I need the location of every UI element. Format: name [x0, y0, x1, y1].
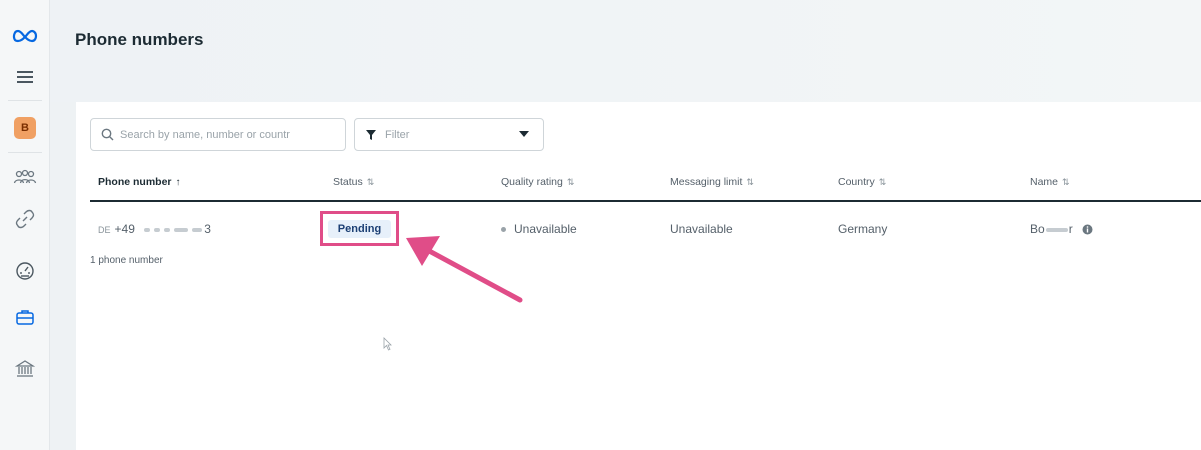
- column-header-name[interactable]: Name ⇅: [1030, 176, 1070, 188]
- redacted-name: [1045, 227, 1068, 232]
- redacted-digits: [192, 227, 203, 232]
- page-title: Phone numbers: [75, 30, 204, 49]
- redacted-digits: [154, 227, 161, 232]
- bank-icon[interactable]: [10, 355, 40, 383]
- column-header-phone-number[interactable]: Phone number ↑: [98, 176, 181, 188]
- redacted-digits: [164, 227, 171, 232]
- dashboard-gauge-icon[interactable]: [10, 257, 40, 285]
- people-icon[interactable]: [10, 164, 40, 192]
- filter-icon: [366, 129, 376, 140]
- row-count-label: 1 phone number: [90, 255, 163, 266]
- link-icon[interactable]: [10, 205, 40, 233]
- sort-icon: ⇅: [566, 177, 575, 187]
- table-header: Phone number ↑ Status ⇅ Quality rating ⇅ Me…: [90, 166, 1201, 202]
- business-account-button[interactable]: B: [10, 114, 40, 142]
- phone-numbers-panel: Filter Phone number↑ Status⇅ Quality rat…: [76, 102, 1201, 450]
- info-icon[interactable]: [1082, 224, 1093, 235]
- sort-ascending-icon: ↑: [175, 177, 181, 188]
- left-sidebar: B: [0, 0, 50, 450]
- status-badge: Pending: [328, 220, 391, 238]
- country-cell: Germany: [838, 222, 888, 236]
- search-box[interactable]: [90, 118, 346, 151]
- column-header-messaging-limit[interactable]: Messaging limit ⇅: [670, 176, 754, 188]
- mouse-cursor-icon: [383, 337, 392, 351]
- filter-label: Filter: [385, 128, 410, 141]
- column-header-quality-rating[interactable]: Quality rating ⇅: [501, 176, 574, 188]
- phone-number-cell: DE +49 3: [98, 222, 211, 236]
- search-input[interactable]: [120, 128, 330, 141]
- name-cell: Bo r: [1030, 222, 1093, 236]
- redacted-digits: [144, 227, 151, 232]
- redacted-digits: [174, 227, 189, 232]
- status-highlight-box: Pending: [320, 211, 399, 246]
- briefcase-icon[interactable]: [10, 303, 40, 331]
- business-avatar: B: [14, 117, 36, 139]
- chevron-down-icon: [519, 131, 529, 137]
- page-header: Phone numbers: [50, 0, 1201, 102]
- sidebar-divider: [8, 100, 42, 101]
- annotation-arrow-icon: [406, 236, 523, 303]
- sort-icon: ⇅: [878, 177, 887, 187]
- country-flag-code: DE: [98, 225, 111, 235]
- search-icon: [101, 128, 114, 141]
- sidebar-divider: [8, 152, 42, 153]
- column-header-country[interactable]: Country ⇅: [838, 176, 886, 188]
- sort-icon: ⇅: [746, 177, 754, 187]
- sort-icon: ⇅: [366, 177, 375, 187]
- menu-icon[interactable]: [10, 63, 40, 91]
- messaging-limit-cell: Unavailable: [670, 222, 733, 236]
- meta-logo-icon[interactable]: [10, 22, 40, 50]
- table-row[interactable]: DE +49 3 Unavailable Unavailable Germany …: [90, 212, 1201, 242]
- column-header-status[interactable]: Status ⇅: [333, 176, 374, 188]
- sort-icon: ⇅: [1062, 177, 1070, 187]
- filter-dropdown[interactable]: Filter: [354, 118, 544, 151]
